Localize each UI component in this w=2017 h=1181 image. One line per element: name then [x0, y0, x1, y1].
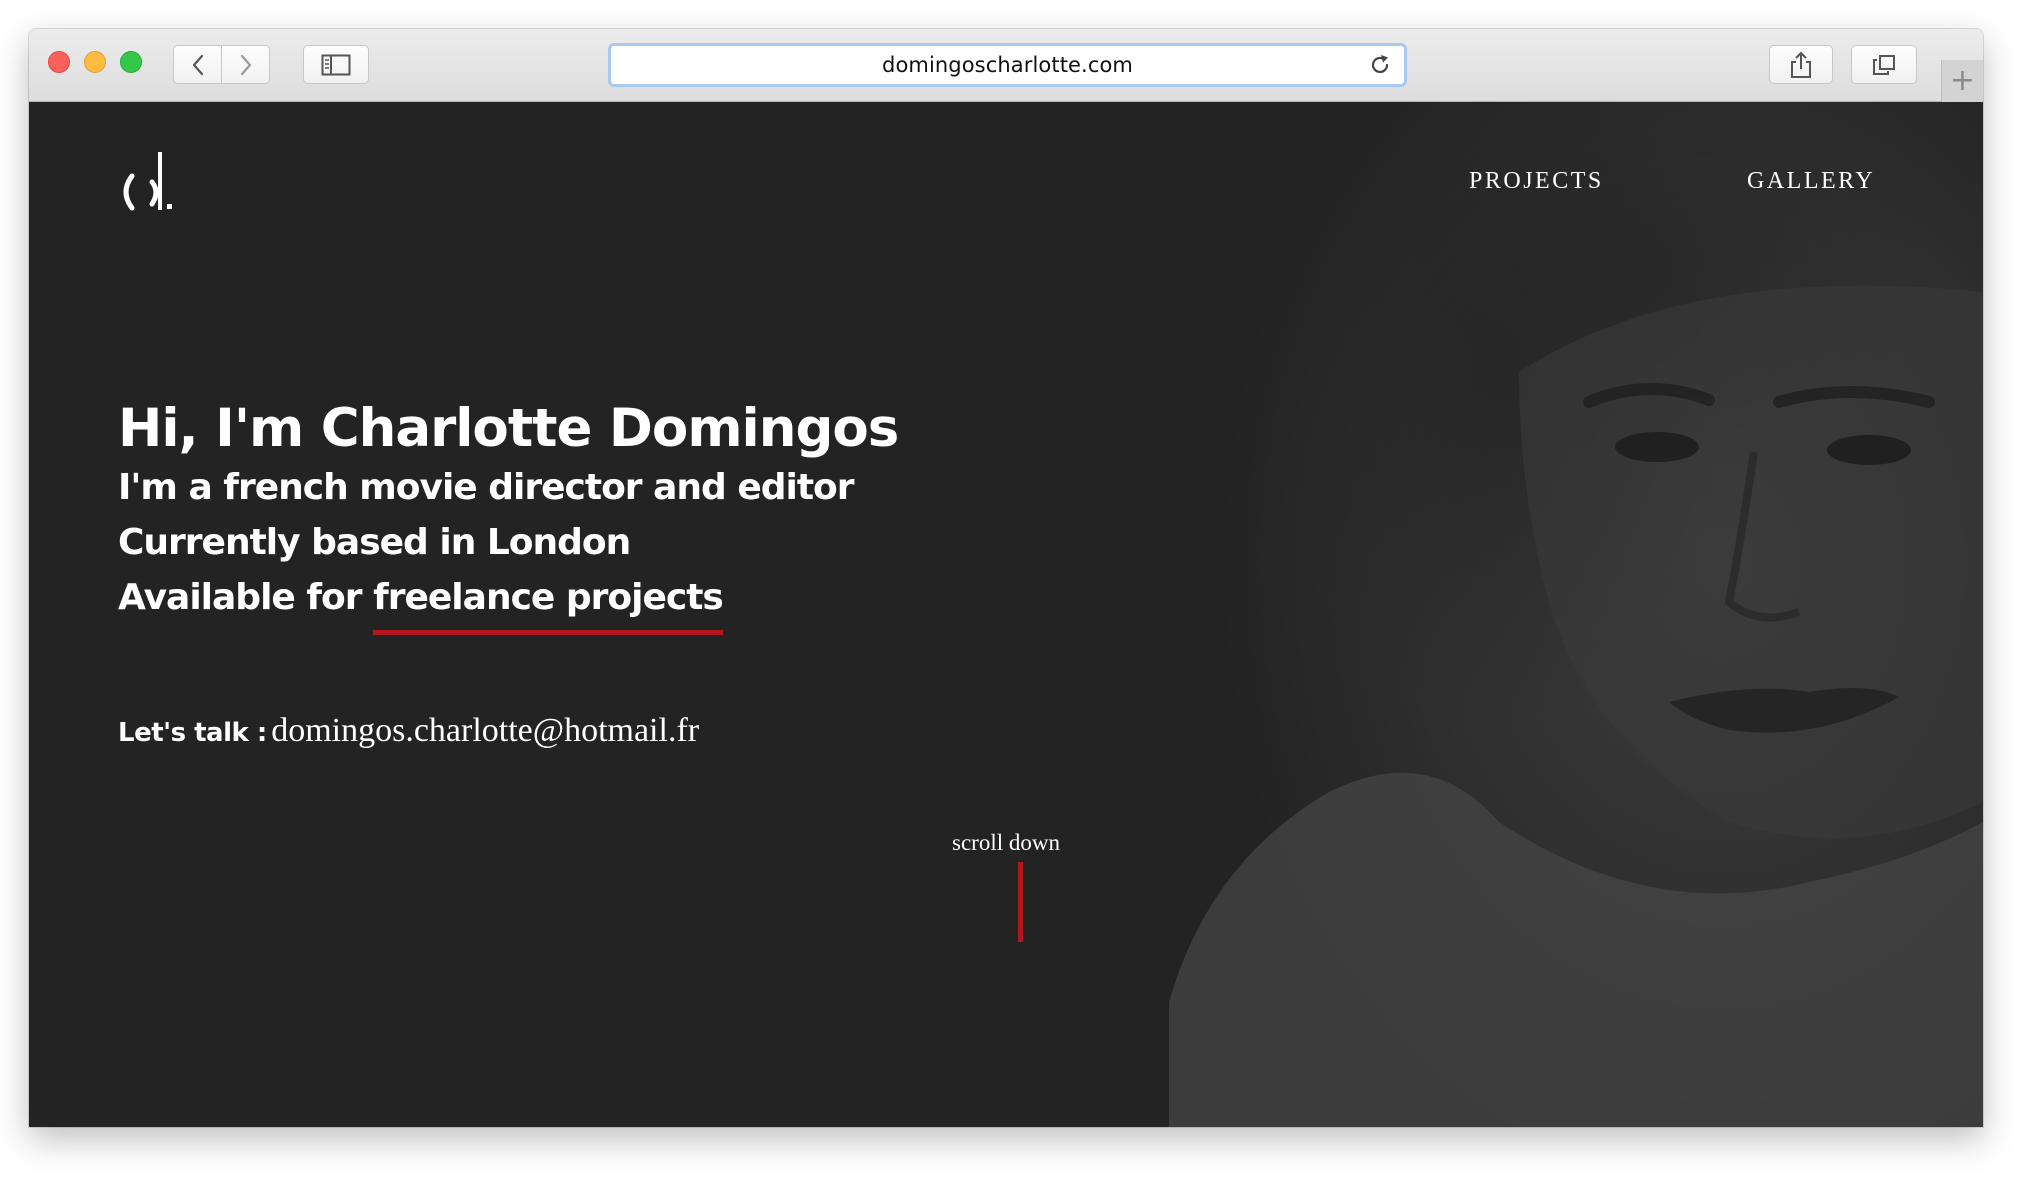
minimize-window-button[interactable]	[84, 51, 106, 73]
browser-window: domingoscharlotte.com + PROJECTS GALLERY…	[29, 29, 1983, 1127]
hero-line-role: I'm a french movie director and editor	[118, 467, 855, 508]
tabs-overview-icon	[1873, 54, 1895, 75]
hero-title: Hi, I'm Charlotte Domingos	[118, 398, 899, 459]
address-bar[interactable]: domingoscharlotte.com	[608, 43, 1407, 87]
hero-intro: Hi, I'm Charlotte Domingos I'm a french …	[118, 398, 899, 635]
new-tab-button[interactable]: +	[1941, 60, 1983, 102]
reload-icon[interactable]	[1368, 53, 1392, 77]
web-page: PROJECTS GALLERY Hi, I'm Charlotte Domin…	[29, 102, 1983, 1127]
forward-button[interactable]	[221, 45, 270, 84]
contact-email-link[interactable]: domingos.charlotte@hotmail.fr	[271, 712, 699, 749]
sidebar-toggle-button[interactable]	[303, 45, 369, 84]
contact-label: Let's talk :	[118, 718, 267, 748]
nav-gallery-link[interactable]: GALLERY	[1747, 168, 1875, 195]
plus-icon: +	[1949, 63, 1976, 98]
close-window-button[interactable]	[48, 51, 70, 73]
nav-projects-link[interactable]: PROJECTS	[1469, 168, 1604, 195]
address-url: domingoscharlotte.com	[882, 53, 1133, 77]
scroll-down-line	[1018, 862, 1023, 942]
zoom-window-button[interactable]	[120, 51, 142, 73]
portrait-photo	[1169, 102, 1983, 1127]
site-logo[interactable]	[114, 148, 186, 224]
availability-prefix: Available for	[118, 577, 374, 618]
sidebar-icon	[321, 54, 351, 75]
tabs-overview-button[interactable]	[1851, 45, 1917, 84]
back-button[interactable]	[173, 45, 222, 84]
browser-toolbar: domingoscharlotte.com +	[29, 29, 1983, 102]
forward-arrow-icon	[240, 54, 251, 75]
hero-line-location: Currently based in London	[118, 522, 631, 563]
freelance-highlight: freelance projects	[373, 570, 724, 635]
share-button[interactable]	[1769, 45, 1833, 84]
contact-line: Let's talk : domingos.charlotte@hotmail.…	[118, 712, 699, 750]
hero-line-availability: Available for freelance projects	[118, 570, 898, 635]
scroll-down-indicator[interactable]: scroll down	[29, 830, 1983, 942]
share-icon	[1791, 51, 1811, 78]
back-arrow-icon	[192, 54, 203, 75]
scroll-down-label: scroll down	[952, 830, 1060, 855]
